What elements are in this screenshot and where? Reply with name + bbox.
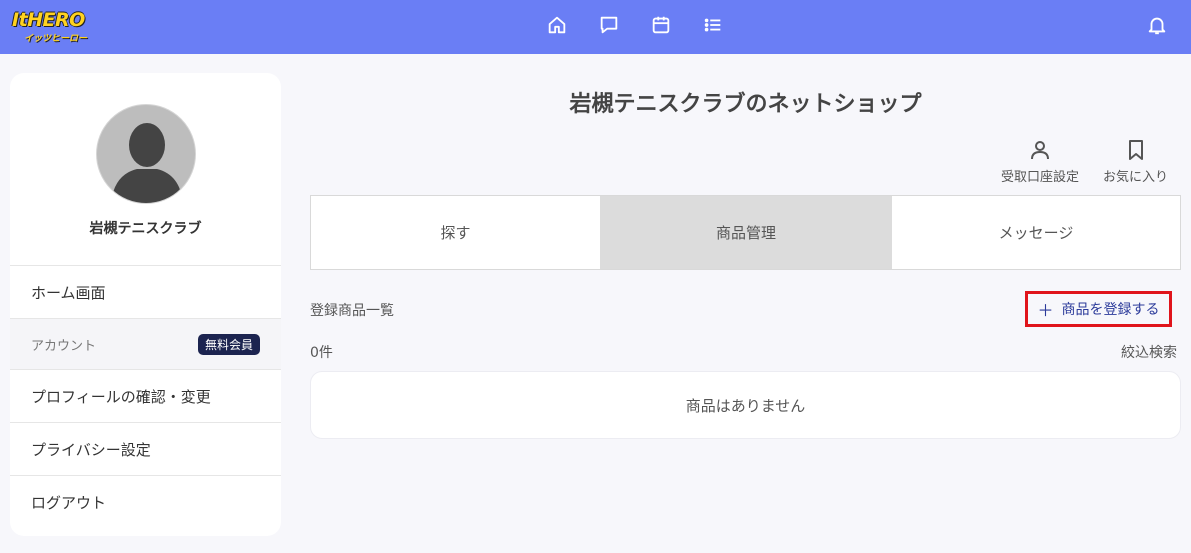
sidebar: 岩槻テニスクラブ ホーム画面 アカウント 無料会員 プロフィールの確認・変更 プ… [10,73,281,536]
profile-name: 岩槻テニスクラブ [89,221,202,237]
home-icon[interactable] [546,14,568,36]
avatar [96,104,196,204]
list-icon[interactable] [702,14,724,36]
page-title: 岩槻テニスクラブのネットショップ [569,92,922,117]
payout-account-label: 受取口座設定 [1001,170,1080,185]
sidebar-item-label: プライバシー設定 [31,440,151,459]
sidebar-item-profile[interactable]: プロフィールの確認・変更 [10,369,281,422]
product-list-title: 登録商品一覧 [310,303,394,319]
empty-state: 商品はありません [310,371,1181,439]
favorites-label: お気に入り [1103,170,1169,185]
empty-message: 商品はありません [685,396,806,415]
section-label: アカウント [31,338,97,354]
result-count: 0件 [310,345,333,361]
bookmark-icon [1128,140,1143,160]
tab-messages[interactable]: メッセージ [892,196,1180,269]
register-product-label: 商品を登録する [1061,302,1160,318]
sidebar-item-label: ホーム画面 [31,283,106,302]
calendar-icon[interactable] [650,14,672,36]
payout-account-button[interactable]: 受取口座設定 [1001,138,1079,185]
tab-bar: 探す 商品管理 メッセージ [310,195,1181,270]
tab-search[interactable]: 探す [311,196,600,269]
plus-icon: ＋ [1037,301,1054,320]
register-product-button[interactable]: ＋ 商品を登録する [1025,291,1172,327]
favorites-button[interactable]: お気に入り [1103,138,1168,185]
logo-text: ItHERO [12,9,85,31]
bell-icon[interactable] [1146,14,1168,36]
filter-search-link[interactable]: 絞込検索 [1121,342,1177,362]
sidebar-item-privacy[interactable]: プライバシー設定 [10,422,281,475]
sidebar-item-label: ログアウト [31,494,107,512]
person-icon [1031,141,1049,160]
sidebar-item-label: プロフィールの確認・変更 [31,387,211,406]
app-logo[interactable]: ItHERO イッツヒーロー [12,9,94,44]
sidebar-section-account: アカウント 無料会員 [10,318,281,369]
sidebar-item-logout[interactable]: ログアウト [10,475,281,529]
top-bar: ItHERO イッツヒーロー [0,0,1191,54]
tab-product-management[interactable]: 商品管理 [600,196,892,269]
membership-badge: 無料会員 [197,334,260,355]
logo-subtext: イッツヒーロー [24,34,88,44]
chat-icon[interactable] [598,14,620,36]
sidebar-item-home[interactable]: ホーム画面 [10,265,281,318]
